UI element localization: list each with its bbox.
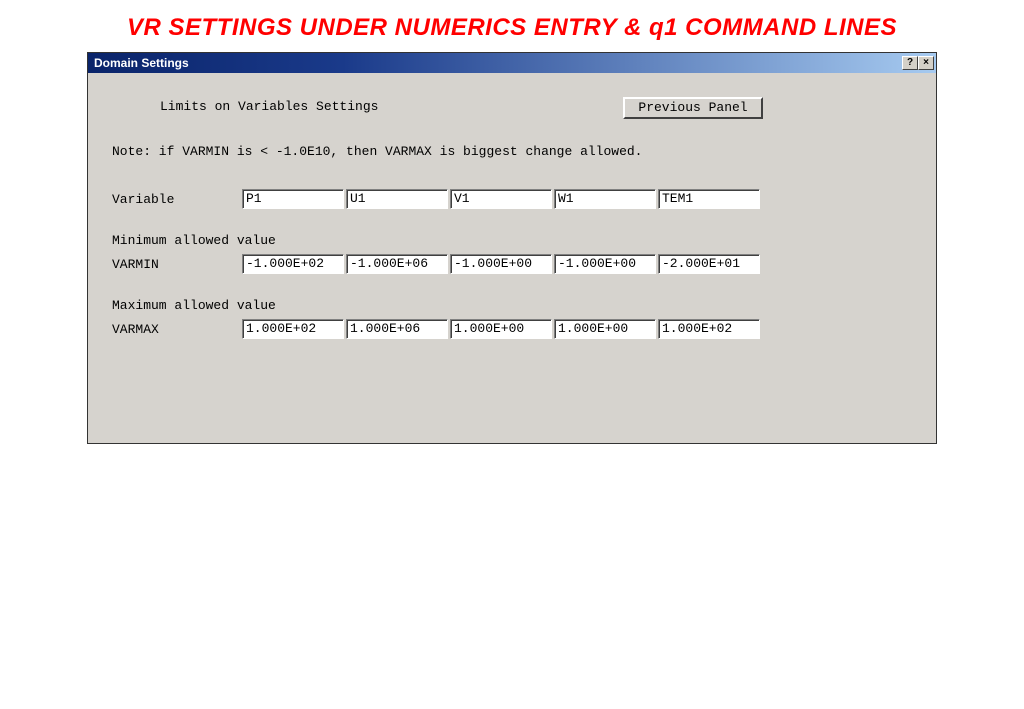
varmin-field-4[interactable]: -2.000E+01: [658, 254, 760, 274]
varmax-field-1[interactable]: 1.000E+06: [346, 319, 448, 339]
variable-field-v1[interactable]: V1: [450, 189, 552, 209]
domain-settings-window: Domain Settings ? × Limits on Variables …: [87, 52, 937, 444]
varmin-field-3[interactable]: -1.000E+00: [554, 254, 656, 274]
varmax-field-4[interactable]: 1.000E+02: [658, 319, 760, 339]
variable-field-tem1[interactable]: TEM1: [658, 189, 760, 209]
variable-field-p1[interactable]: P1: [242, 189, 344, 209]
previous-panel-button[interactable]: Previous Panel: [623, 97, 763, 119]
min-section-label: Minimum allowed value: [112, 233, 912, 248]
window-title: Domain Settings: [94, 56, 189, 70]
varmin-field-1[interactable]: -1.000E+06: [346, 254, 448, 274]
varmin-fields: -1.000E+02 -1.000E+06 -1.000E+00 -1.000E…: [242, 254, 760, 274]
varmin-field-0[interactable]: -1.000E+02: [242, 254, 344, 274]
variable-field-u1[interactable]: U1: [346, 189, 448, 209]
note-text: Note: if VARMIN is < -1.0E10, then VARMA…: [112, 144, 912, 159]
varmin-label: VARMIN: [112, 257, 242, 272]
max-section-label: Maximum allowed value: [112, 298, 912, 313]
varmax-field-3[interactable]: 1.000E+00: [554, 319, 656, 339]
varmin-row: VARMIN -1.000E+02 -1.000E+06 -1.000E+00 …: [112, 254, 912, 274]
variable-field-w1[interactable]: W1: [554, 189, 656, 209]
varmax-field-0[interactable]: 1.000E+02: [242, 319, 344, 339]
variable-label: Variable: [112, 192, 242, 207]
close-button[interactable]: ×: [918, 56, 934, 70]
titlebar-buttons: ? ×: [902, 56, 934, 70]
varmax-row: VARMAX 1.000E+02 1.000E+06 1.000E+00 1.0…: [112, 319, 912, 339]
varmin-field-2[interactable]: -1.000E+00: [450, 254, 552, 274]
panel-title: Limits on Variables Settings: [160, 99, 378, 114]
variable-row: Variable P1 U1 V1 W1 TEM1: [112, 189, 912, 209]
page-heading: VR SETTINGS UNDER NUMERICS ENTRY & q1 CO…: [0, 0, 1024, 52]
varmax-label: VARMAX: [112, 322, 242, 337]
window-titlebar: Domain Settings ? ×: [88, 53, 936, 73]
variable-fields: P1 U1 V1 W1 TEM1: [242, 189, 760, 209]
varmax-fields: 1.000E+02 1.000E+06 1.000E+00 1.000E+00 …: [242, 319, 760, 339]
panel-body: Limits on Variables Settings Previous Pa…: [88, 73, 936, 443]
help-button[interactable]: ?: [902, 56, 918, 70]
varmax-field-2[interactable]: 1.000E+00: [450, 319, 552, 339]
